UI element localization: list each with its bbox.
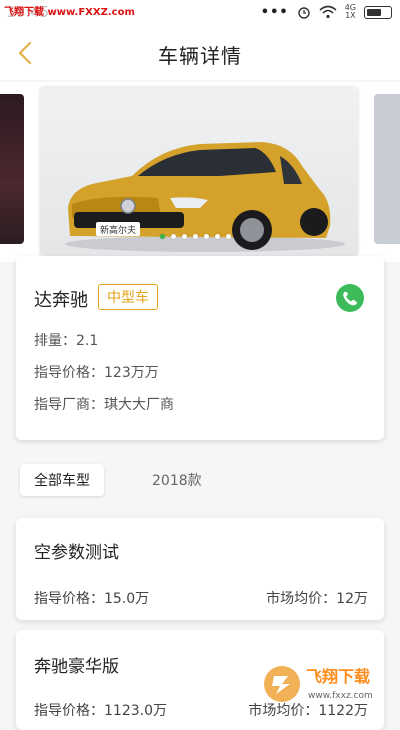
pager-dot[interactable] <box>204 234 209 239</box>
filter-year-2018[interactable]: 2018款 <box>152 470 202 490</box>
vehicle-type-tag: 中型车 <box>98 284 158 310</box>
network-1x: 1X <box>345 11 356 20</box>
phone-icon <box>343 291 357 306</box>
logo-url: www.fxxz.com <box>308 691 373 701</box>
status-bar: 10:45 飞翔下载 www.FXXZ.com ••• 4G 1X <box>0 0 400 28</box>
displacement-row: 排量：2.1 <box>34 330 98 350</box>
pager-dot[interactable] <box>193 234 198 239</box>
vehicle-name: 达奔驰 <box>34 290 88 311</box>
carousel-prev-image[interactable] <box>0 94 24 244</box>
plate-text: 新高尔夫 <box>100 224 136 236</box>
displacement-label: 排量： <box>34 333 76 349</box>
watermark-text: 飞翔下载 www.FXXZ.com <box>4 3 135 18</box>
more-dots-icon: ••• <box>260 4 289 20</box>
guide-price-row: 指导价格：123万万 <box>34 362 159 382</box>
manufacturer-value: 琪大大厂商 <box>104 397 174 413</box>
status-icons: ••• 4G 1X <box>261 4 392 20</box>
fxxz-logo-icon: 飞翔下载 www.fxxz.com <box>264 666 373 702</box>
manufacturer-row: 指导厂商：琪大大厂商 <box>34 394 174 414</box>
vehicle-info-card: 达奔驰 中型车 排量：2.1 指导价格：123万万 指导厂商：琪大大厂商 <box>16 256 384 440</box>
manufacturer-label: 指导厂商： <box>34 397 104 413</box>
battery-icon <box>364 5 392 19</box>
model-filter-bar: 全部车型 2018款 <box>0 458 400 502</box>
alarm-icon <box>298 7 310 19</box>
car-illustration: 新高尔夫 <box>65 142 345 252</box>
image-carousel[interactable]: 新高尔夫 <box>0 82 400 262</box>
page-title: 车辆详情 <box>158 44 242 68</box>
guide-price-value: 123万万 <box>104 365 159 381</box>
pager-dot[interactable] <box>226 234 231 239</box>
phone-button[interactable] <box>336 284 364 312</box>
carousel-next-image[interactable] <box>374 94 400 244</box>
pager-dot[interactable] <box>182 234 187 239</box>
displacement-value: 2.1 <box>76 333 99 349</box>
model-guide-price: 指导价格：15.0万 <box>34 591 150 607</box>
nav-header: 车辆详情 <box>0 28 400 80</box>
model-name: 奔驰豪华版 <box>34 657 119 677</box>
model-market-price: 市场均价：12万 <box>266 591 368 607</box>
filter-all-models[interactable]: 全部车型 <box>20 464 104 496</box>
network-label: 4G 1X <box>345 4 356 20</box>
carousel-pager <box>160 234 231 239</box>
guide-price-label: 指导价格： <box>34 365 104 381</box>
pager-dot[interactable] <box>171 234 176 239</box>
model-card[interactable]: 空参数测试 指导价格：15.0万 市场均价：12万 <box>16 518 384 620</box>
pager-dot[interactable] <box>160 234 165 239</box>
logo-brand: 飞翔下载 <box>306 667 370 686</box>
watermark-logo: 飞翔下载 www.fxxz.com <box>262 660 392 708</box>
wifi-icon <box>319 5 337 19</box>
car-photo[interactable]: 新高尔夫 <box>40 86 358 256</box>
model-name: 空参数测试 <box>34 543 119 563</box>
model-guide-price: 指导价格：1123.0万 <box>34 703 167 719</box>
pager-dot[interactable] <box>215 234 220 239</box>
